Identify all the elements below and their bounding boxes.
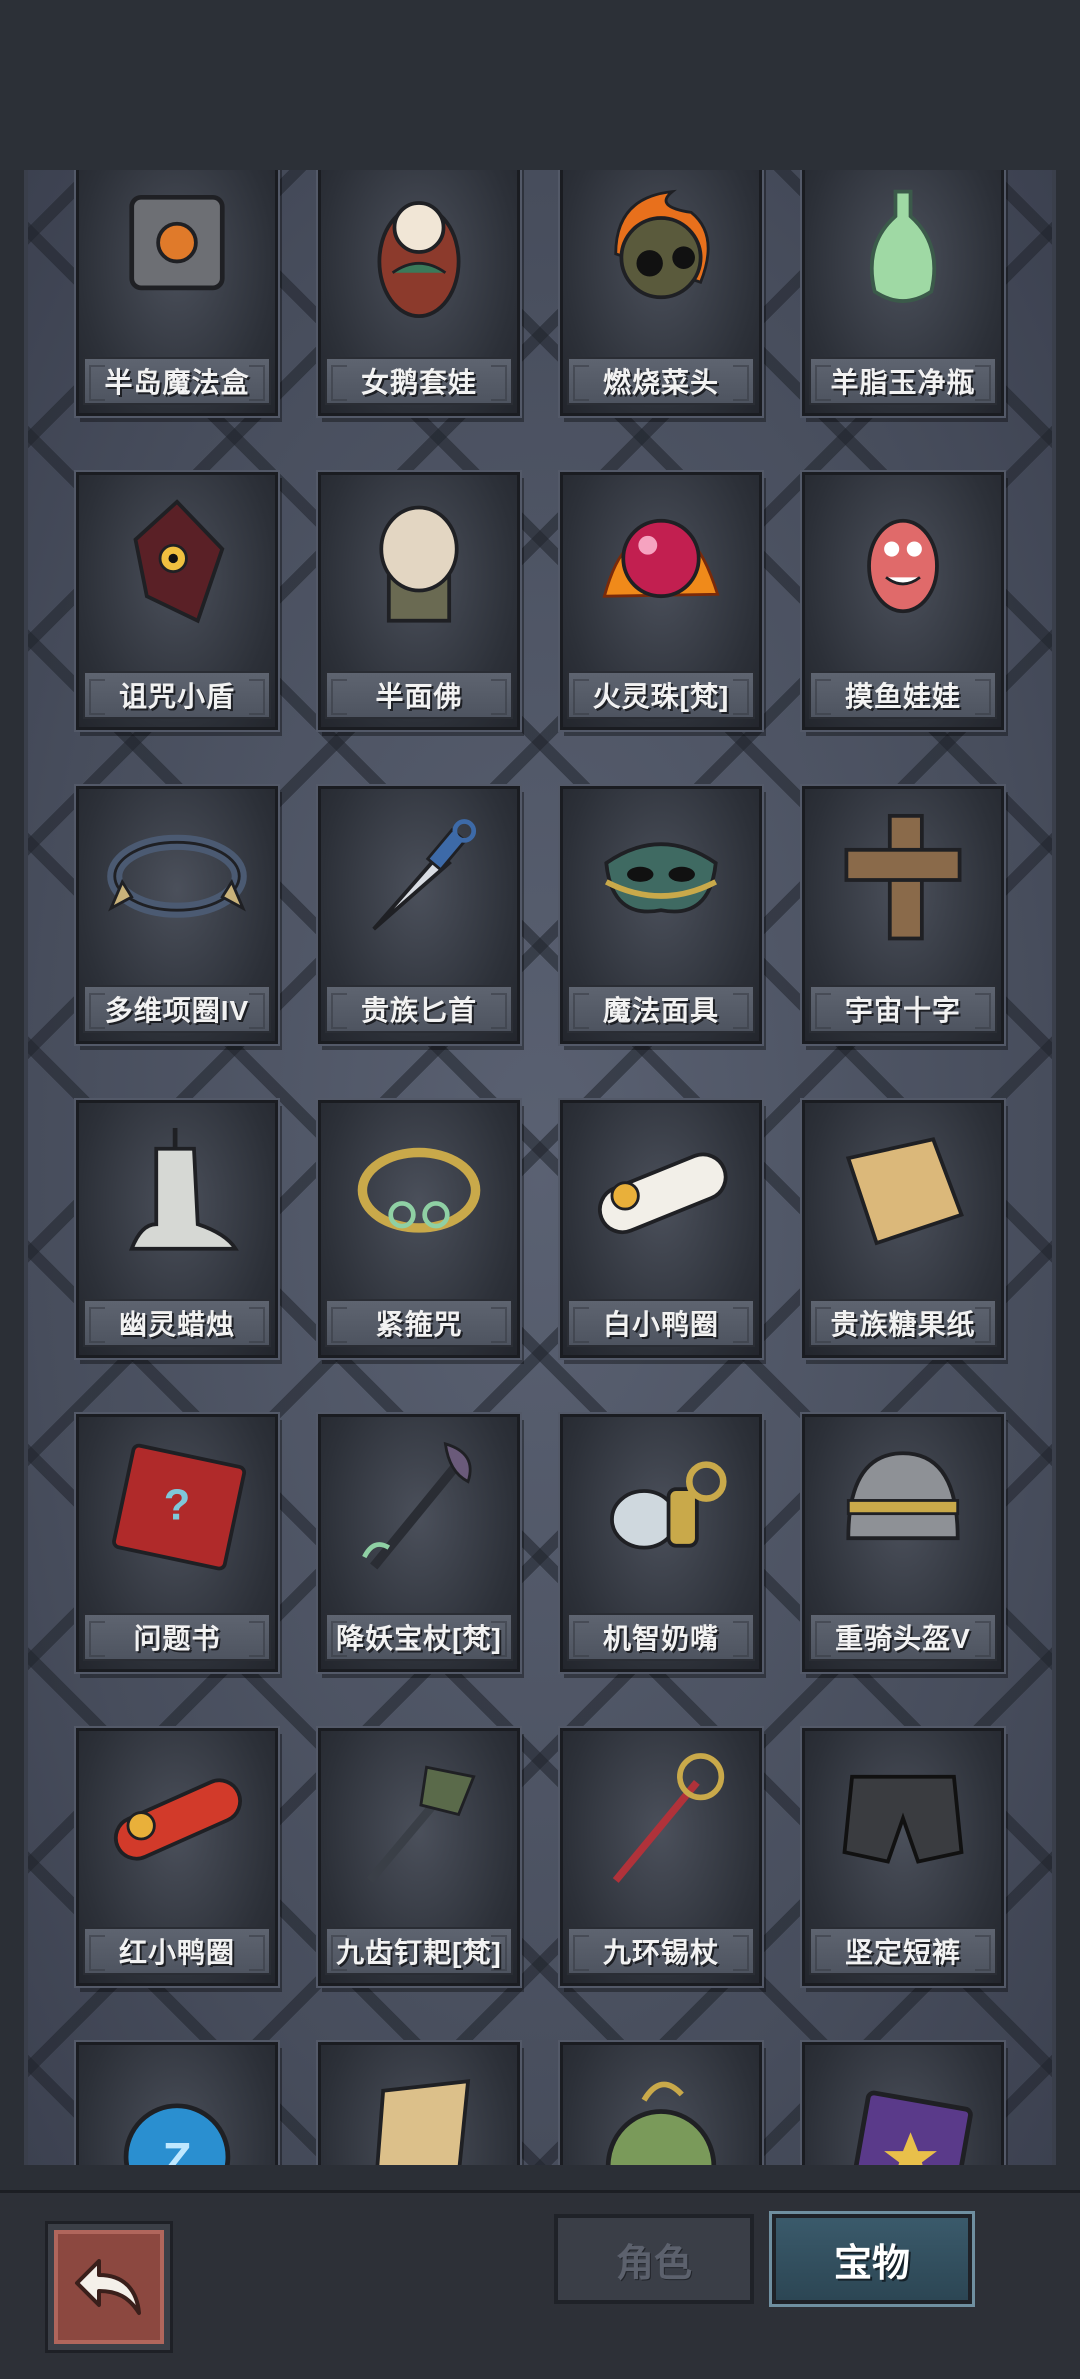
treasure-grid-panel[interactable]: 半岛魔法盒 女鹅套娃 燃烧菜头 羊脂玉净瓶诅咒小盾 半面佛 火灵珠[梵] 摸鱼娃娃多维项圈I… (24, 170, 1056, 2165)
treasure-card[interactable]: 燃烧菜头 (560, 170, 762, 416)
treasure-card[interactable]: 半岛魔法盒 (76, 170, 278, 416)
treasure-card[interactable]: 九齿钉耙[梵] (318, 1728, 520, 1986)
candy-paper-icon (815, 1111, 991, 1277)
white-duck-ring-icon (573, 1111, 749, 1277)
shorts-icon (815, 1739, 991, 1905)
treasure-card[interactable]: 羊脂玉净瓶 (802, 170, 1004, 416)
scroll-icon (331, 2053, 507, 2165)
burning-head-icon (573, 170, 749, 335)
magic-box-icon (89, 170, 265, 335)
treasure-card[interactable] (318, 2042, 520, 2165)
tab-treasure[interactable]: 宝物 (772, 2214, 972, 2304)
treasure-name-label: 半面佛 (325, 671, 513, 719)
treasure-name-label: 宇宙十字 (809, 985, 997, 1033)
treasure-card[interactable]: 半面佛 (318, 472, 520, 730)
treasure-card[interactable]: 贵族糖果纸 (802, 1100, 1004, 1358)
rake-icon (331, 1739, 507, 1905)
treasure-name-label: 坚定短裤 (809, 1927, 997, 1975)
svg-text:Z: Z (163, 2133, 192, 2165)
golden-hoop-icon (331, 1111, 507, 1277)
svg-text:?: ? (164, 1481, 191, 1529)
ghost-candle-icon (89, 1111, 265, 1277)
treasure-card[interactable]: 女鹅套娃 (318, 170, 520, 416)
treasure-name-label: 紧箍咒 (325, 1299, 513, 1347)
treasure-name-label: 火灵珠[梵] (567, 671, 755, 719)
treasure-card[interactable]: 坚定短裤 (802, 1728, 1004, 1986)
top-bar (0, 0, 1080, 170)
cross-icon (815, 797, 991, 963)
treasure-name-label: 诅咒小盾 (83, 671, 271, 719)
treasure-card[interactable]: 白小鸭圈 (560, 1100, 762, 1358)
treasure-name-label: 白小鸭圈 (567, 1299, 755, 1347)
treasure-name-label: 机智奶嘴 (567, 1613, 755, 1661)
red-duck-ring-icon (89, 1739, 265, 1905)
treasure-name-label: 多维项圈IV (83, 985, 271, 1033)
treasure-card[interactable]: 紧箍咒 (318, 1100, 520, 1358)
jade-vase-icon (815, 170, 991, 335)
treasure-name-label: 幽灵蜡烛 (83, 1299, 271, 1347)
treasure-card[interactable]: 红小鸭圈 (76, 1728, 278, 1986)
treasure-card[interactable]: 宇宙十字 (802, 786, 1004, 1044)
treasure-name-label: 重骑头盔V (809, 1613, 997, 1661)
demon-staff-icon (331, 1425, 507, 1591)
fire-orb-icon (573, 483, 749, 649)
treasure-card[interactable]: 九环锡杖 (560, 1728, 762, 1986)
treasure-name-label: 贵族糖果纸 (809, 1299, 997, 1347)
mask-icon (573, 797, 749, 963)
fish-doll-icon (815, 483, 991, 649)
treasure-name-label: 女鹅套娃 (325, 357, 513, 405)
dagger-icon (331, 797, 507, 963)
back-button[interactable] (48, 2224, 170, 2350)
treasure-card[interactable]: 幽灵蜡烛 (76, 1100, 278, 1358)
nesting-doll-icon (331, 170, 507, 335)
blue-rune-orb-icon: Z (89, 2053, 265, 2165)
treasure-name-label: 九齿钉耙[梵] (325, 1927, 513, 1975)
tin-staff-icon (573, 1739, 749, 1905)
treasure-card[interactable]: 贵族匕首 (318, 786, 520, 1044)
treasure-name-label: 燃烧菜头 (567, 357, 755, 405)
pacifier-icon (573, 1425, 749, 1591)
question-book-icon: ? (89, 1425, 265, 1591)
treasure-name-label: 贵族匕首 (325, 985, 513, 1033)
purple-book-icon (815, 2053, 991, 2165)
treasure-card[interactable] (802, 2042, 1004, 2165)
cursed-shield-icon (89, 483, 265, 649)
treasure-card[interactable] (560, 2042, 762, 2165)
treasure-card[interactable]: 多维项圈IV (76, 786, 278, 1044)
treasure-name-label: 九环锡杖 (567, 1927, 755, 1975)
half-buddha-icon (331, 483, 507, 649)
helmet-icon (815, 1425, 991, 1591)
treasure-name-label: 魔法面具 (567, 985, 755, 1033)
treasure-name-label: 降妖宝杖[梵] (325, 1613, 513, 1661)
treasure-card[interactable]: Z (76, 2042, 278, 2165)
treasure-card[interactable]: 魔法面具 (560, 786, 762, 1044)
treasure-card[interactable]: ? 问题书 (76, 1414, 278, 1672)
tab-role[interactable]: 角色 (554, 2214, 754, 2304)
treasure-name-label: 问题书 (83, 1613, 271, 1661)
treasure-card[interactable]: 机智奶嘴 (560, 1414, 762, 1672)
treasure-card[interactable]: 摸鱼娃娃 (802, 472, 1004, 730)
back-arrow-icon (75, 2259, 141, 2315)
treasure-name-label: 摸鱼娃娃 (809, 671, 997, 719)
treasure-name-label: 红小鸭圈 (83, 1927, 271, 1975)
treasure-name-label: 羊脂玉净瓶 (809, 357, 997, 405)
green-egg-icon (573, 2053, 749, 2165)
collar-icon (89, 797, 265, 963)
treasure-name-label: 半岛魔法盒 (83, 357, 271, 405)
treasure-card[interactable]: 降妖宝杖[梵] (318, 1414, 520, 1672)
treasure-card[interactable]: 重骑头盔V (802, 1414, 1004, 1672)
treasure-card[interactable]: 火灵珠[梵] (560, 472, 762, 730)
treasure-card[interactable]: 诅咒小盾 (76, 472, 278, 730)
